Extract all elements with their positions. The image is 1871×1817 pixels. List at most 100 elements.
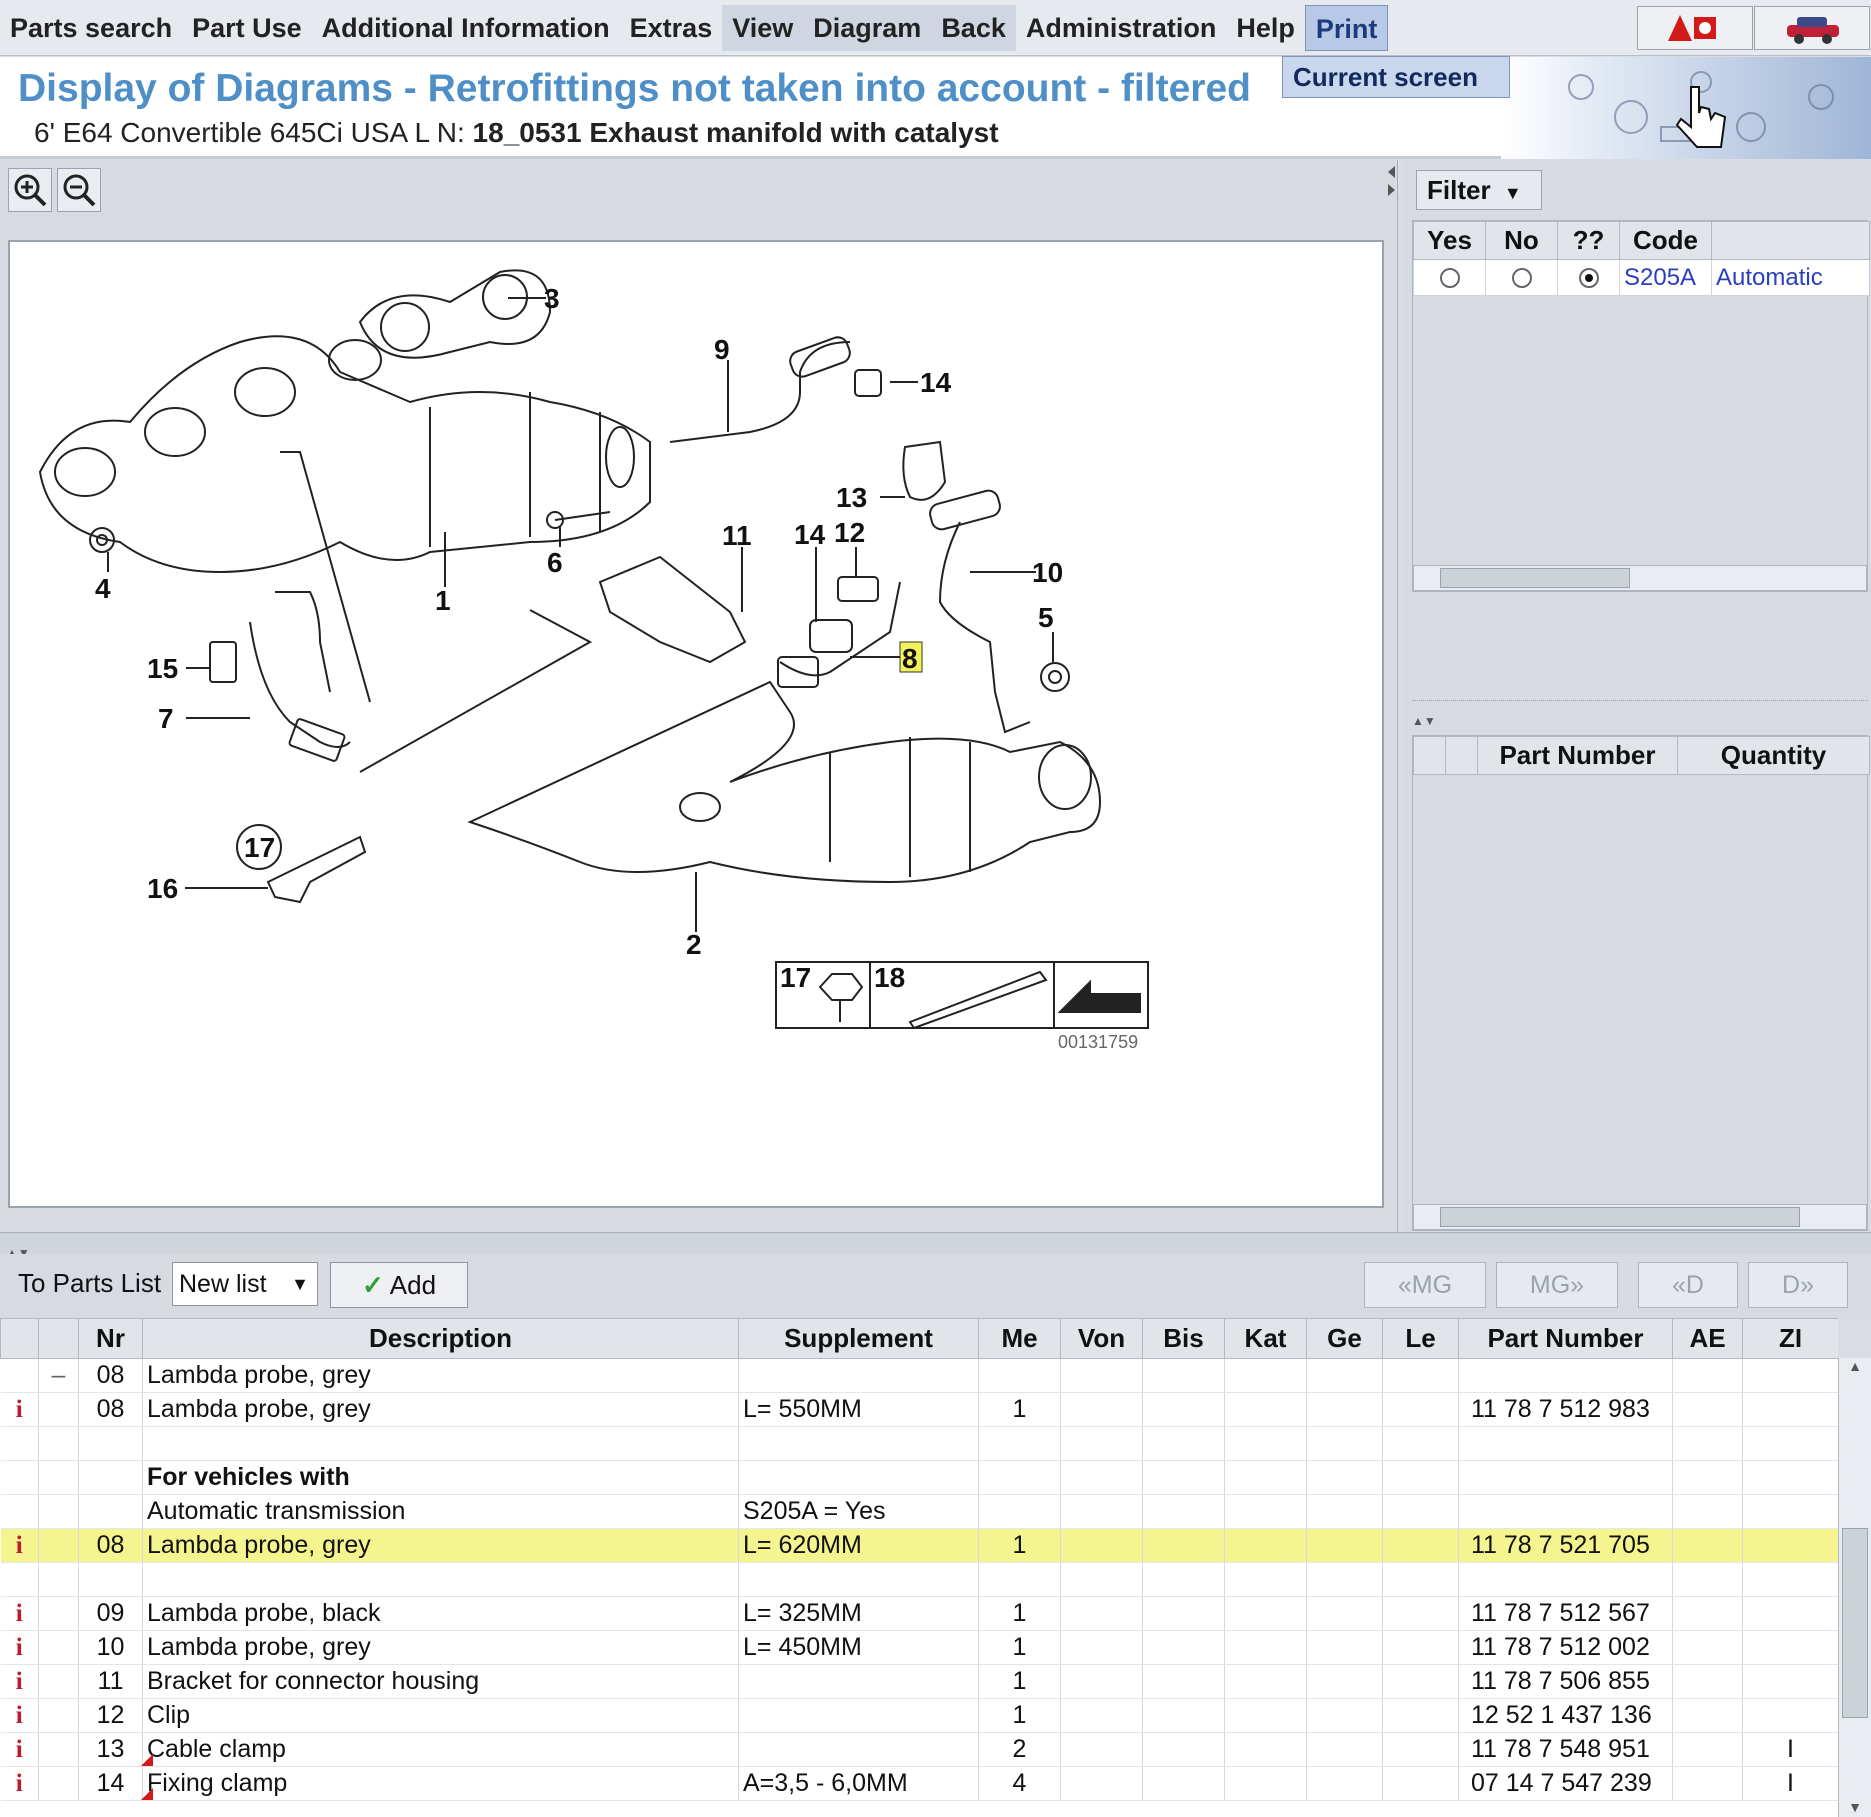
table-row[interactable]: i 08 Lambda probe, grey L= 620MM 1 11 78 7 52… xyxy=(0,1528,1838,1563)
info-icon[interactable]: i xyxy=(0,1392,39,1427)
info-icon[interactable]: i xyxy=(0,1596,39,1631)
callout-15[interactable]: 15 xyxy=(147,653,178,684)
table-row[interactable]: –08 Lambda probe, grey xyxy=(0,1358,1838,1393)
menu-extras[interactable]: Extras xyxy=(620,5,723,51)
filter-col-yes[interactable]: Yes xyxy=(1413,221,1486,260)
scrollbar-thumb[interactable] xyxy=(1440,568,1630,588)
callout-16[interactable]: 16 xyxy=(147,873,178,904)
callout-13[interactable]: 13 xyxy=(836,482,867,513)
logo-tool-button[interactable] xyxy=(1637,6,1753,50)
exploded-diagram[interactable]: 1 2 3 4 5 6 7 8 9 10 11 12 13 14 14 15 1… xyxy=(8,240,1384,1208)
filter-col-code[interactable]: Code xyxy=(1619,221,1712,260)
table-row[interactable] xyxy=(0,1426,1838,1461)
callout-14-top[interactable]: 14 xyxy=(920,367,952,398)
table-row[interactable]: For vehicles with xyxy=(0,1460,1838,1495)
zoom-out-button[interactable] xyxy=(57,168,101,212)
parts-col-tree[interactable] xyxy=(38,1318,79,1359)
filter-col-description[interactable] xyxy=(1711,221,1870,260)
scrollbar-thumb[interactable] xyxy=(1842,1528,1868,1718)
callout-17-circled[interactable]: 17 xyxy=(244,832,275,863)
parts-col-le[interactable]: Le xyxy=(1382,1318,1459,1359)
table-row[interactable]: i 08 Lambda probe, grey L= 550MM 1 11 78 7 51… xyxy=(0,1392,1838,1427)
filter-radio-unknown[interactable] xyxy=(1557,259,1620,296)
parts-col-supplement[interactable]: Supplement xyxy=(738,1318,979,1359)
callout-6[interactable]: 6 xyxy=(547,547,563,578)
filter-code-description[interactable]: Automatic xyxy=(1711,259,1870,296)
selected-col-quantity[interactable]: Quantity xyxy=(1677,736,1870,775)
table-row[interactable]: i 10 Lambda probe, grey L= 450MM 1 11 78 7 51… xyxy=(0,1630,1838,1665)
parts-col-me[interactable]: Me xyxy=(978,1318,1061,1359)
callout-14[interactable]: 14 xyxy=(794,519,826,550)
selected-horizontal-scrollbar[interactable] xyxy=(1413,1204,1867,1230)
callout-7[interactable]: 7 xyxy=(158,703,174,734)
callout-1[interactable]: 1 xyxy=(435,585,451,616)
menu-additional-information[interactable]: Additional Information xyxy=(312,5,620,51)
scrollbar-thumb[interactable] xyxy=(1440,1207,1800,1227)
filter-horizontal-scrollbar[interactable] xyxy=(1413,565,1867,591)
parts-col-info[interactable] xyxy=(0,1318,39,1359)
main-splitter[interactable]: ▲▼ xyxy=(0,1232,1871,1260)
parts-col-nr[interactable]: Nr xyxy=(78,1318,143,1359)
filter-radio-yes[interactable] xyxy=(1413,259,1486,296)
menu-diagram[interactable]: Diagram xyxy=(803,4,932,51)
callout-4[interactable]: 4 xyxy=(95,573,111,604)
parts-col-part-number[interactable]: Part Number xyxy=(1458,1318,1673,1359)
callout-8[interactable]: 8 xyxy=(902,643,918,674)
next-main-group-button[interactable]: MG» xyxy=(1496,1262,1618,1308)
info-icon[interactable]: i xyxy=(0,1528,39,1563)
parts-col-ge[interactable]: Ge xyxy=(1306,1318,1383,1359)
table-row[interactable] xyxy=(0,1562,1838,1597)
callout-2[interactable]: 2 xyxy=(686,929,702,960)
filter-button[interactable]: Filter ▼ xyxy=(1416,170,1542,210)
add-button[interactable]: ✓ Add xyxy=(330,1262,468,1308)
filter-col-unknown[interactable]: ?? xyxy=(1557,221,1620,260)
parts-col-ae[interactable]: AE xyxy=(1672,1318,1743,1359)
table-row[interactable]: i 11 Bracket for connector housing 1 11 78 7… xyxy=(0,1664,1838,1699)
menu-parts-search[interactable]: Parts search xyxy=(0,5,182,51)
info-icon[interactable]: i xyxy=(0,1664,39,1699)
menu-administration[interactable]: Administration xyxy=(1016,5,1227,51)
table-row[interactable]: Automatic transmission S205A = Yes xyxy=(0,1494,1838,1529)
parts-col-bis[interactable]: Bis xyxy=(1142,1318,1225,1359)
vehicle-tool-button[interactable] xyxy=(1754,6,1870,50)
parts-list-select[interactable]: New list ▼ xyxy=(172,1262,318,1306)
menu-view[interactable]: View xyxy=(722,4,804,51)
info-icon[interactable]: i xyxy=(0,1732,39,1767)
table-row[interactable]: i 12 Clip 1 12 52 1 437 136 xyxy=(0,1698,1838,1733)
print-dropdown-current-screen[interactable]: Current screen xyxy=(1282,56,1510,98)
parts-col-von[interactable]: Von xyxy=(1060,1318,1143,1359)
filter-radio-no[interactable] xyxy=(1485,259,1558,296)
zoom-in-button[interactable] xyxy=(8,168,52,212)
info-icon[interactable]: i xyxy=(0,1630,39,1665)
selected-col-part-number[interactable]: Part Number xyxy=(1477,736,1678,775)
info-icon[interactable]: i xyxy=(0,1766,39,1801)
collapse-arrow-icon[interactable] xyxy=(1386,162,1396,202)
info-icon[interactable]: i xyxy=(0,1698,39,1733)
panel-splitter[interactable]: ▲▼ xyxy=(1412,700,1868,728)
callout-5[interactable]: 5 xyxy=(1038,602,1054,633)
next-diagram-button[interactable]: D» xyxy=(1748,1262,1848,1308)
menu-print[interactable]: Print xyxy=(1304,4,1389,51)
table-row[interactable]: i 09 Lambda probe, black L= 325MM 1 11 78 7 5… xyxy=(0,1596,1838,1631)
menu-part-use[interactable]: Part Use xyxy=(182,5,312,51)
filter-code[interactable]: S205A xyxy=(1619,259,1712,296)
menu-back[interactable]: Back xyxy=(931,4,1016,51)
callout-11[interactable]: 11 xyxy=(722,520,752,551)
table-row[interactable]: i 13 Cable clamp 2 11 78 7 548 951 I xyxy=(0,1732,1838,1767)
callout-9[interactable]: 9 xyxy=(714,334,730,365)
scroll-down-icon[interactable]: ▼ xyxy=(1839,1799,1871,1815)
callout-10[interactable]: 10 xyxy=(1032,557,1063,588)
parts-vertical-scrollbar[interactable]: ▲ ▼ xyxy=(1838,1358,1871,1817)
menu-help[interactable]: Help xyxy=(1226,5,1305,51)
table-row[interactable]: i 14 Fixing clamp A=3,5 - 6,0MM 4 07 14 7 547… xyxy=(0,1766,1838,1801)
parts-col-kat[interactable]: Kat xyxy=(1224,1318,1307,1359)
previous-diagram-button[interactable]: «D xyxy=(1638,1262,1738,1308)
previous-main-group-button[interactable]: «MG xyxy=(1364,1262,1486,1308)
parts-col-description[interactable]: Description xyxy=(142,1318,739,1359)
menu-bar: Parts search Part Use Additional Informa… xyxy=(0,0,1871,56)
callout-3[interactable]: 3 xyxy=(544,283,560,314)
filter-col-no[interactable]: No xyxy=(1485,221,1558,260)
parts-col-zi[interactable]: ZI xyxy=(1742,1318,1838,1359)
callout-12[interactable]: 12 xyxy=(834,517,865,548)
scroll-up-icon[interactable]: ▲ xyxy=(1839,1358,1871,1374)
